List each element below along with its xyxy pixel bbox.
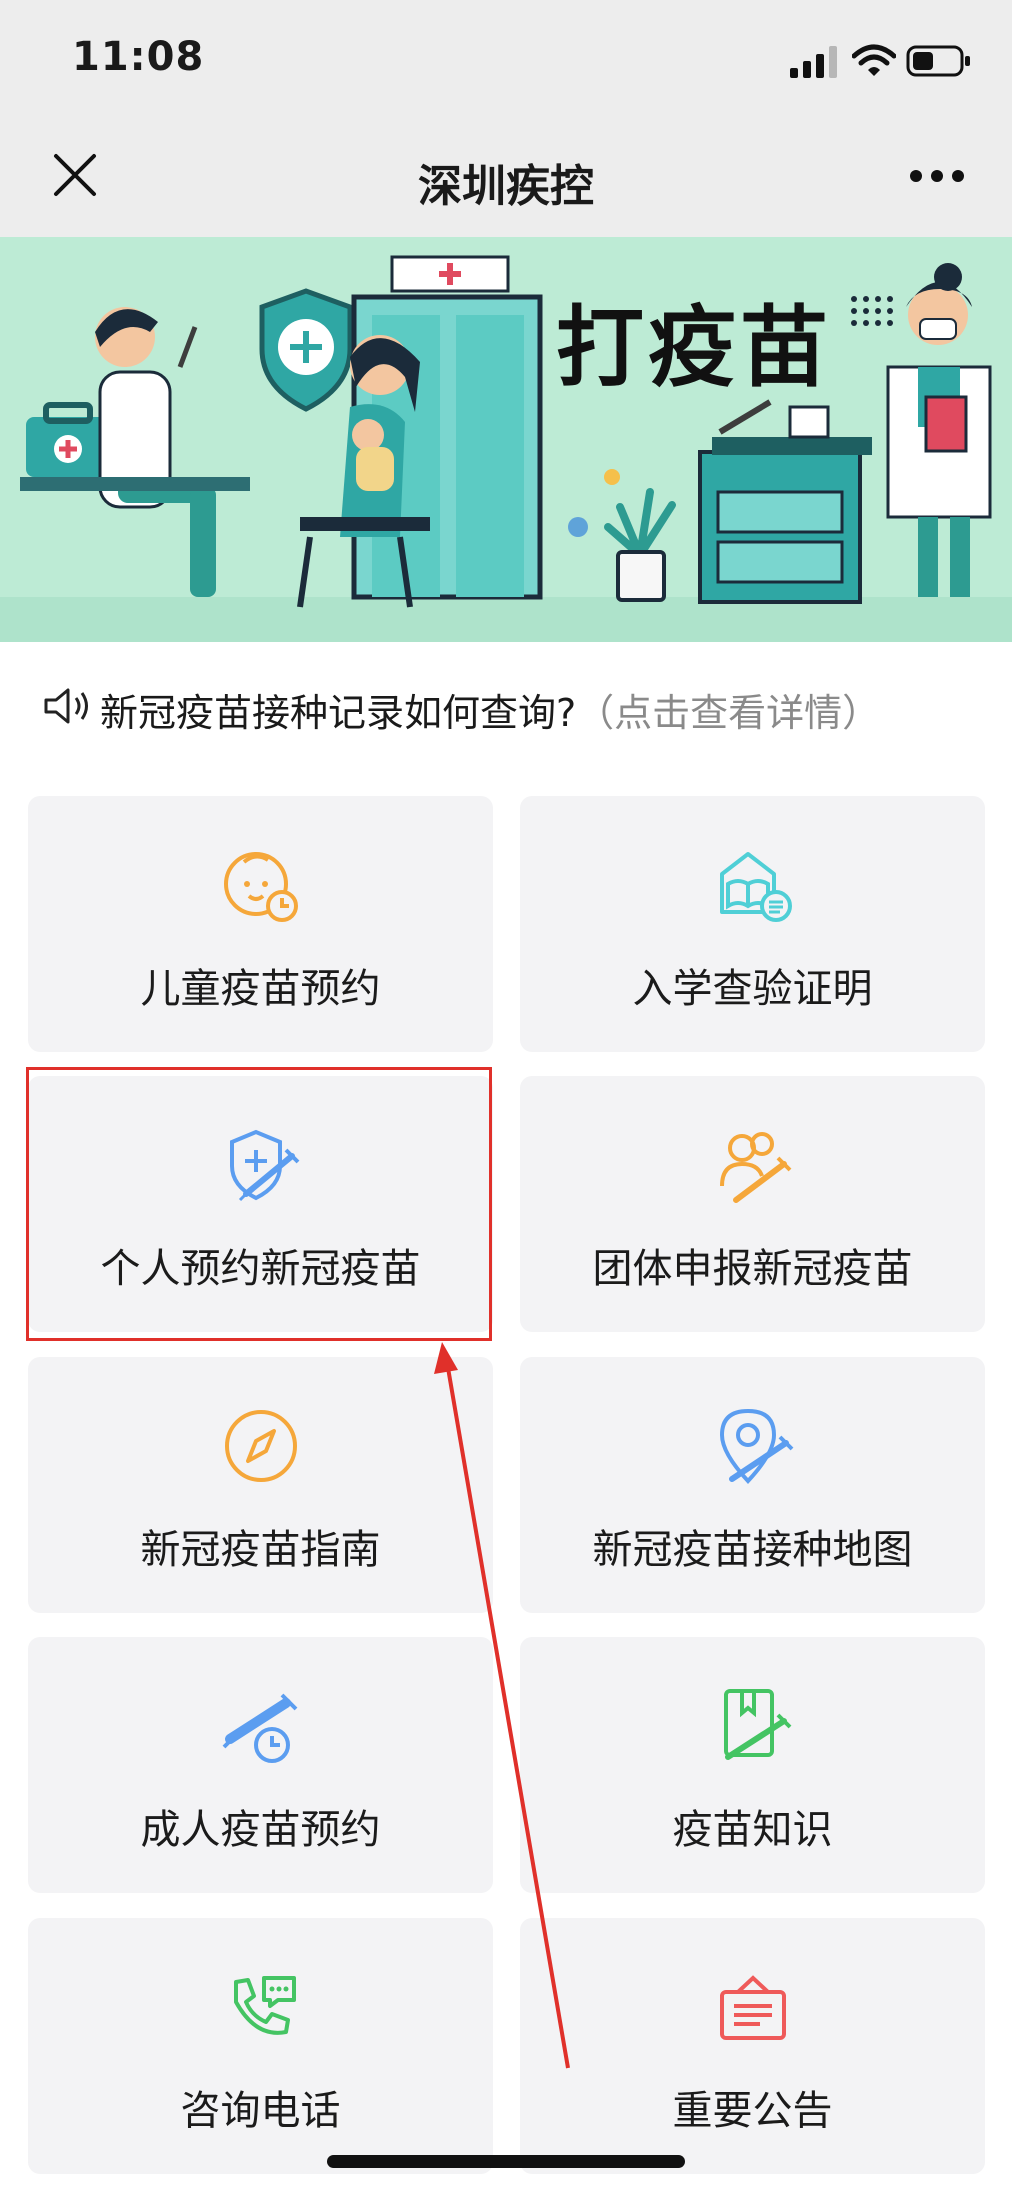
card-label: 团体申报新冠疫苗	[592, 1246, 913, 1292]
card-label: 疫苗知识	[672, 1807, 833, 1853]
status-time: 11:08	[72, 34, 205, 80]
card-label: 重要公告	[672, 2088, 833, 2134]
card-label: 新冠疫苗接种地图	[592, 1527, 913, 1573]
adult-vaccine-appointment-card[interactable]: 成人疫苗预约	[28, 1637, 493, 1893]
covid-vaccine-guide-card[interactable]: 新冠疫苗指南	[28, 1357, 493, 1613]
group-syringe-icon	[719, 1132, 791, 1203]
more-options-icon[interactable]	[908, 168, 966, 184]
wifi-icon	[852, 44, 896, 76]
covid-vaccination-map-card[interactable]: 新冠疫苗接种地图	[520, 1357, 985, 1613]
notice-text: 新冠疫苗接种记录如何查询?（点击查看详情）	[100, 682, 880, 737]
banner-illustration	[0, 237, 1012, 642]
notice-question: 新冠疫苗接种记录如何查询?	[100, 691, 577, 735]
notice-bar[interactable]: 新冠疫苗接种记录如何查询?（点击查看详情）	[0, 642, 1012, 769]
map-pin-syringe-icon	[719, 1408, 793, 1484]
vaccination-banner[interactable]: 打疫苗	[0, 237, 1012, 642]
compass-icon	[224, 1410, 297, 1482]
card-label: 咨询电话	[180, 2088, 341, 2134]
book-syringe-icon	[723, 1689, 791, 1760]
cellular-signal-icon	[790, 46, 837, 78]
notice-hint: （点击查看详情）	[576, 691, 881, 735]
school-vaccination-certificate-card[interactable]: 入学查验证明	[520, 796, 985, 1052]
hotline-card[interactable]: 咨询电话	[28, 1918, 493, 2174]
card-label: 入学查验证明	[632, 966, 873, 1012]
phone-chat-icon	[233, 1976, 296, 2035]
vaccine-knowledge-card[interactable]: 疫苗知识	[520, 1637, 985, 1893]
syringe-clock-icon	[222, 1693, 297, 1763]
card-label: 新冠疫苗指南	[140, 1527, 381, 1573]
baby-clock-icon	[223, 852, 298, 922]
card-label: 儿童疫苗预约	[140, 966, 381, 1012]
page-title: 深圳疾控	[418, 161, 594, 212]
card-label: 成人疫苗预约	[140, 1807, 381, 1853]
child-vaccine-appointment-card[interactable]: 儿童疫苗预约	[28, 796, 493, 1052]
book-house-icon	[719, 852, 792, 922]
notice-board-icon	[719, 1975, 786, 2040]
top-bar: 11:08 深圳疾控	[0, 0, 1012, 237]
group-covid-vaccine-report-card[interactable]: 团体申报新冠疫苗	[520, 1076, 985, 1332]
battery-icon	[906, 45, 970, 77]
banner-title: 打疫苗	[556, 296, 833, 399]
home-indicator	[327, 2155, 685, 2168]
service-grid: 儿童疫苗预约 入学查验证明 个人预约新冠疫苗 团体申报新冠疫苗 新冠疫苗指南 新…	[0, 769, 1012, 2192]
highlight-box	[26, 1067, 492, 1341]
speaker-icon	[44, 688, 88, 724]
announcements-card[interactable]: 重要公告	[520, 1918, 985, 2174]
